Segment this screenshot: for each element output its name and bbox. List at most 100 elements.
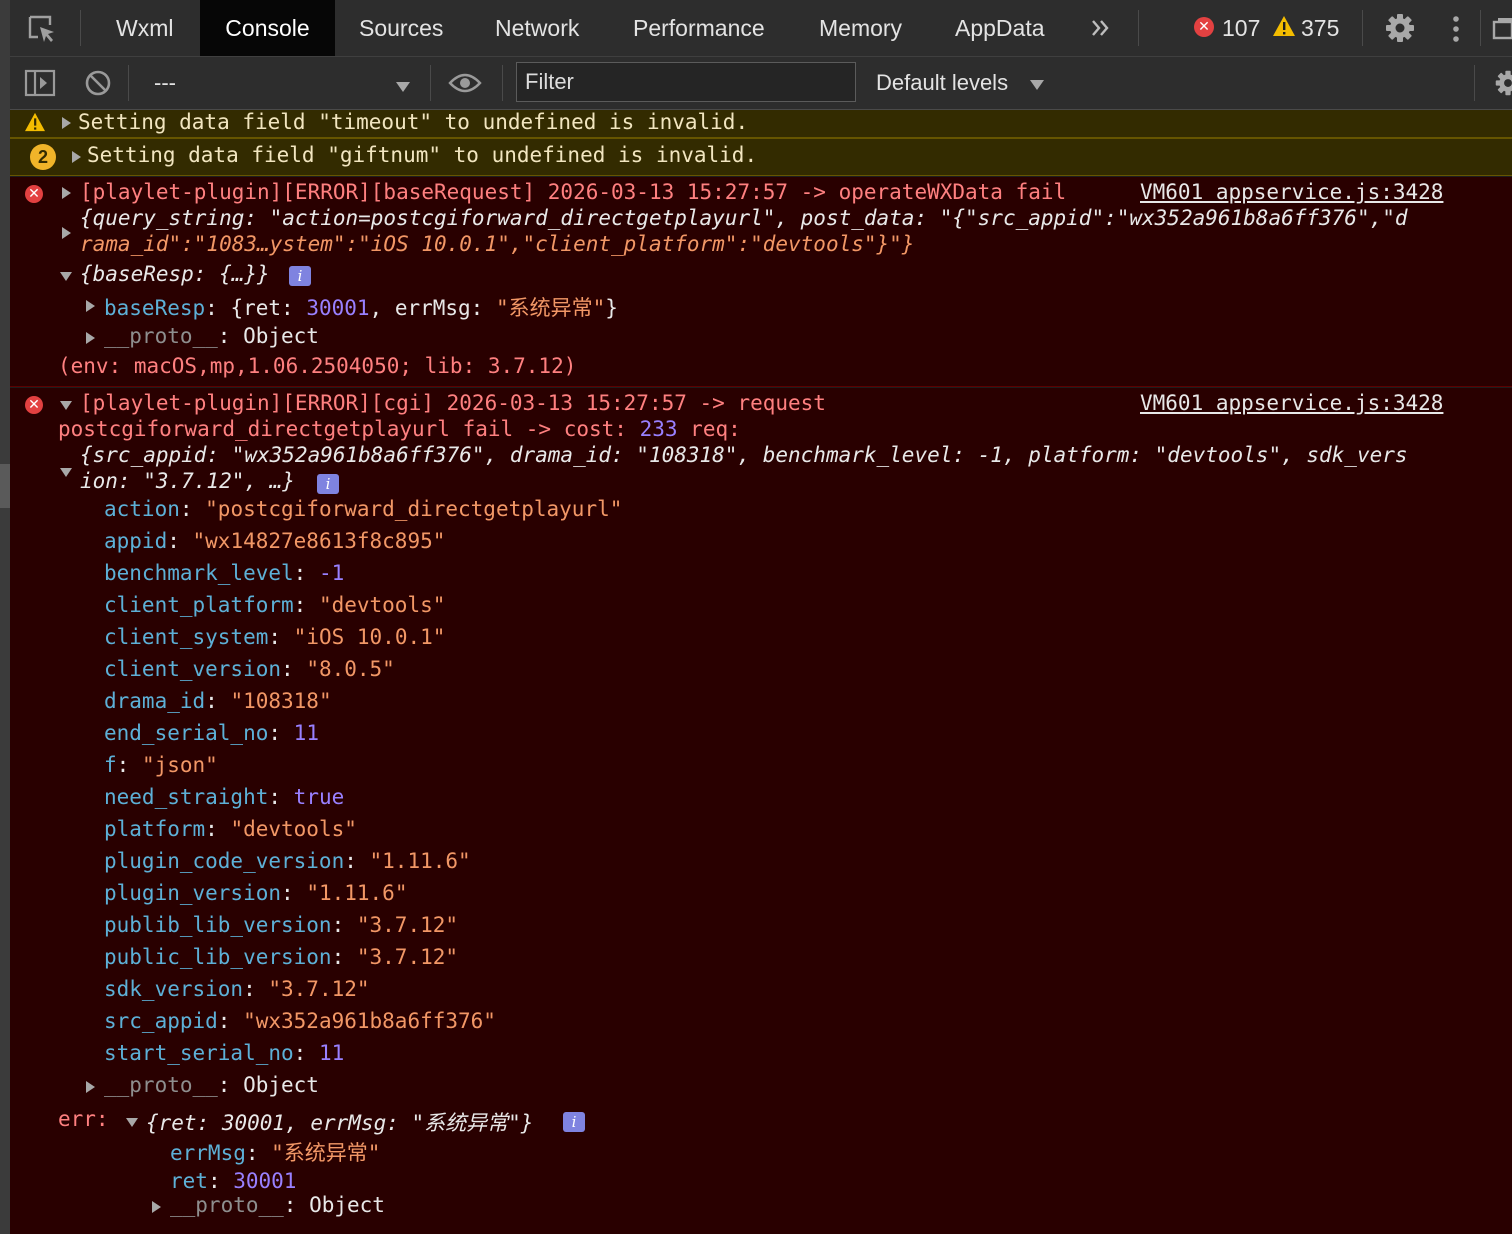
info-icon[interactable]: i: [317, 474, 339, 494]
property-value: "devtools": [318, 593, 446, 617]
context-select[interactable]: ---: [140, 63, 420, 103]
collapse-triangle-icon[interactable]: [60, 401, 72, 410]
property-string: "系统异常": [495, 296, 606, 320]
tab-wxml[interactable]: Wxml: [116, 0, 173, 56]
expand-triangle-icon[interactable]: [62, 117, 71, 129]
object-preview-wrap: rama_id":"1083…ystem":"iOS 10.0.1","clie…: [80, 232, 915, 256]
info-icon[interactable]: i: [289, 266, 311, 286]
error-message[interactable]: ✕ [playlet-plugin][ERROR][baseRequest] 2…: [10, 177, 1512, 387]
log-levels-dropdown[interactable]: Default levels: [876, 63, 1056, 103]
warning-text: Setting data field "timeout" to undefine…: [78, 110, 749, 134]
more-tabs-icon[interactable]: [1088, 15, 1114, 41]
property-key: client_platform: [104, 593, 294, 617]
warning-icon: [24, 112, 46, 132]
property-row[interactable]: benchmark_level: -1: [104, 561, 344, 585]
error-count[interactable]: 107: [1222, 0, 1260, 56]
property-row[interactable]: start_serial_no: 11: [104, 1041, 344, 1065]
property-row[interactable]: src_appid: "wx352a961b8a6ff376": [104, 1009, 496, 1033]
env-info: (env: macOS,mp,1.06.2504050; lib: 3.7.12…: [58, 354, 577, 378]
gutter-scroll-mark[interactable]: [0, 464, 10, 508]
property-row[interactable]: need_straight: true: [104, 785, 344, 809]
property-key: baseResp: [104, 296, 206, 320]
inspect-element-icon[interactable]: [26, 13, 58, 45]
proto-row[interactable]: __proto__: Object: [170, 1193, 385, 1217]
property-row[interactable]: client_system: "iOS 10.0.1": [104, 625, 445, 649]
filter-input[interactable]: [517, 63, 855, 101]
property-value: "8.0.5": [306, 657, 395, 681]
proto-key: __proto__: [104, 1073, 218, 1097]
divider: [1138, 10, 1139, 46]
console-settings-icon[interactable]: [1494, 69, 1512, 97]
proto-key: __proto__: [170, 1193, 284, 1217]
property-value: "3.7.12": [268, 977, 370, 1001]
object-preview: {baseResp: {…}}: [80, 262, 270, 286]
property-row[interactable]: appid: "wx14827e8613f8c895": [104, 529, 445, 553]
property-text: , errMsg:: [369, 296, 496, 320]
object-preview: {ret: 30001, errMsg: "系统异常"}: [146, 1111, 534, 1135]
object-preview-wrap: ion: "3.7.12", …}: [80, 469, 295, 493]
warning-count[interactable]: 375: [1301, 0, 1339, 56]
proto-row[interactable]: __proto__: Object: [104, 324, 319, 348]
sidebar-toggle-icon[interactable]: [24, 69, 56, 97]
expand-triangle-icon[interactable]: [86, 332, 95, 344]
dock-side-icon[interactable]: [1492, 16, 1512, 42]
property-row[interactable]: end_serial_no: 11: [104, 721, 319, 745]
expand-triangle-icon[interactable]: [72, 151, 81, 163]
collapse-triangle-icon[interactable]: [126, 1118, 138, 1127]
error-text: [playlet-plugin][ERROR][cgi] 2026-03-13 …: [80, 391, 826, 415]
property-key: drama_id: [104, 689, 206, 713]
expand-triangle-icon[interactable]: [62, 187, 71, 199]
chevron-down-icon: [1030, 77, 1044, 95]
property-key: publib_lib_version: [104, 913, 332, 937]
proto-row[interactable]: __proto__: Object: [104, 1073, 319, 1097]
property-key: client_system: [104, 625, 269, 649]
property-value: "wx14827e8613f8c895": [192, 529, 446, 553]
gear-icon[interactable]: [1384, 12, 1416, 44]
proto-value: Object: [243, 1073, 319, 1097]
info-icon[interactable]: i: [563, 1112, 585, 1132]
property-row[interactable]: platform: "devtools": [104, 817, 357, 841]
divider: [80, 10, 81, 46]
property-row[interactable]: ret: 30001: [170, 1169, 296, 1193]
tab-appdata[interactable]: AppData: [955, 0, 1045, 56]
property-key: f: [104, 753, 117, 777]
eye-icon[interactable]: [448, 71, 482, 95]
property-row[interactable]: public_lib_version: "3.7.12": [104, 945, 458, 969]
kebab-menu-icon[interactable]: [1448, 14, 1464, 44]
error-message[interactable]: ✕ [playlet-plugin][ERROR][cgi] 2026-03-1…: [10, 388, 1512, 1234]
tab-network[interactable]: Network: [495, 0, 579, 56]
property-row[interactable]: sdk_version: "3.7.12": [104, 977, 370, 1001]
clear-console-icon[interactable]: [84, 69, 112, 97]
expand-triangle-icon[interactable]: [86, 300, 95, 312]
filter-field[interactable]: [516, 62, 856, 102]
warning-message[interactable]: 2 Setting data field "giftnum" to undefi…: [10, 138, 1512, 176]
divider: [1480, 10, 1481, 46]
error-icon: ✕: [25, 185, 43, 203]
tab-console[interactable]: Console: [200, 0, 335, 56]
expand-triangle-icon[interactable]: [86, 1081, 95, 1093]
collapse-triangle-icon[interactable]: [60, 272, 72, 281]
property-row[interactable]: baseResp: {ret: 30001, errMsg: "系统异常"}: [104, 292, 618, 322]
expand-triangle-icon[interactable]: [152, 1201, 161, 1213]
source-link[interactable]: VM601 appservice.js:3428: [1140, 391, 1443, 415]
warning-message[interactable]: Setting data field "timeout" to undefine…: [10, 110, 1512, 138]
expand-triangle-icon[interactable]: [62, 227, 71, 239]
tab-sources[interactable]: Sources: [359, 0, 443, 56]
collapse-triangle-icon[interactable]: [60, 468, 72, 477]
property-row[interactable]: client_platform: "devtools": [104, 593, 445, 617]
property-row[interactable]: publib_lib_version: "3.7.12": [104, 913, 458, 937]
property-value: true: [293, 785, 345, 809]
error-count-icon: ✕: [1194, 17, 1214, 37]
property-row[interactable]: plugin_code_version: "1.11.6": [104, 849, 471, 873]
property-row[interactable]: drama_id: "108318": [104, 689, 332, 713]
source-link[interactable]: VM601 appservice.js:3428: [1140, 180, 1443, 204]
tab-performance[interactable]: Performance: [633, 0, 765, 56]
tab-memory[interactable]: Memory: [819, 0, 902, 56]
property-row[interactable]: f: "json": [104, 753, 218, 777]
property-value: 11: [293, 721, 319, 745]
property-row[interactable]: client_version: "8.0.5": [104, 657, 395, 681]
property-row[interactable]: action: "postcgiforward_directgetplayurl…: [104, 497, 622, 521]
property-row[interactable]: errMsg: "系统异常": [170, 1137, 380, 1167]
property-row[interactable]: plugin_version: "1.11.6": [104, 881, 407, 905]
property-key: start_serial_no: [104, 1041, 294, 1065]
